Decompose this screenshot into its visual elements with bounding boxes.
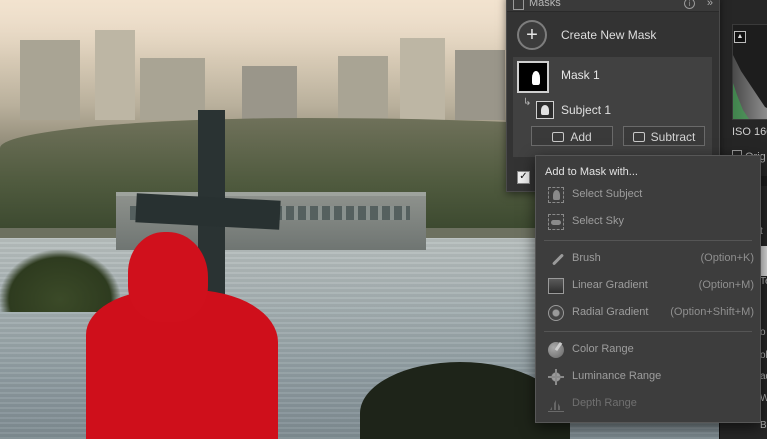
menu-item-select-sky[interactable]: Select Sky	[536, 211, 760, 233]
linear-gradient-icon	[548, 278, 564, 294]
panel-text-fragment: Bl	[760, 420, 767, 431]
panel-text-fragment: ol	[760, 350, 767, 361]
building	[95, 30, 135, 120]
mask-shape-icon	[532, 71, 540, 85]
panel-text-fragment: ad	[760, 371, 767, 382]
show-overlay-checkbox[interactable]: ✓	[517, 171, 530, 184]
radial-gradient-icon	[548, 305, 564, 321]
subtract-mask-icon	[632, 132, 645, 142]
subject-component-thumbnail[interactable]	[536, 101, 554, 119]
collapse-panel-icon[interactable]: »	[707, 0, 713, 11]
info-icon[interactable]: i	[684, 0, 695, 9]
building	[20, 40, 80, 120]
create-new-mask-row[interactable]: + Create New Mask	[517, 19, 656, 51]
menu-item-color-range[interactable]: Color Range	[536, 339, 760, 361]
person-icon	[541, 105, 549, 115]
menu-item-shortcut: (Option+M)	[698, 279, 754, 291]
panel-toggle-icon[interactable]	[513, 0, 524, 10]
select-sky-icon	[548, 214, 564, 230]
panel-text-fragment: W	[760, 393, 767, 404]
iso-readout: ISO 160	[732, 126, 767, 138]
create-new-mask-label[interactable]: Create New Mask	[561, 28, 656, 42]
island	[0, 250, 120, 312]
menu-item-label: Depth Range	[572, 397, 637, 409]
select-subject-icon	[548, 187, 564, 203]
sub-component-arrow-icon: ↳	[523, 97, 532, 108]
luminance-range-icon	[548, 369, 564, 385]
menu-item-luminance-range[interactable]: Luminance Range	[536, 366, 760, 388]
mask-name[interactable]: Mask 1	[561, 68, 600, 82]
mask-item[interactable]: Mask 1 ↳ Subject 1 Add Subtract	[513, 57, 712, 157]
menu-item-label: Brush	[572, 252, 601, 264]
building	[338, 56, 388, 122]
add-button-label: Add	[570, 130, 592, 144]
menu-item-label: Radial Gradient	[572, 306, 649, 318]
menu-item-shortcut: (Option+K)	[700, 252, 755, 264]
panel-text-fragment: Te	[760, 276, 767, 287]
depth-range-icon	[548, 396, 564, 412]
menu-item-label: Select Subject	[572, 188, 643, 200]
menu-divider	[544, 331, 752, 332]
brush-icon	[548, 251, 564, 267]
building	[455, 50, 505, 120]
menu-divider	[544, 240, 752, 241]
menu-item-label: Linear Gradient	[572, 279, 648, 291]
add-button[interactable]: Add	[531, 126, 613, 146]
masks-panel-header: Masks i »	[507, 0, 719, 12]
menu-item-depth-range: Depth Range	[536, 393, 760, 415]
menu-item-label: Luminance Range	[572, 370, 662, 382]
menu-item-shortcut: (Option+Shift+M)	[670, 306, 754, 318]
masks-panel-title: Masks	[529, 0, 561, 9]
shadow-clipping-warning-icon[interactable]: ▲	[734, 31, 746, 43]
menu-item-label: Color Range	[572, 343, 634, 355]
building	[140, 58, 205, 120]
menu-item-select-subject[interactable]: Select Subject	[536, 184, 760, 206]
add-menu-title: Add to Mask with...	[545, 166, 638, 178]
add-mask-icon	[552, 132, 565, 142]
add-to-mask-menu: Add to Mask with... Select Subject Selec…	[535, 155, 761, 423]
mask-overlay-subject-head	[128, 232, 208, 322]
subject-component-name[interactable]: Subject 1	[561, 103, 611, 117]
subtract-button[interactable]: Subtract	[623, 126, 705, 146]
menu-item-radial-gradient[interactable]: Radial Gradient (Option+Shift+M)	[536, 302, 760, 324]
subtract-button-label: Subtract	[650, 130, 696, 144]
menu-item-label: Select Sky	[572, 215, 624, 227]
menu-item-linear-gradient[interactable]: Linear Gradient (Option+M)	[536, 275, 760, 297]
create-new-mask-button[interactable]: +	[517, 20, 547, 50]
menu-item-brush[interactable]: Brush (Option+K)	[536, 248, 760, 270]
mask-thumbnail[interactable]	[517, 61, 549, 93]
building	[400, 38, 445, 122]
building	[242, 66, 297, 124]
color-range-icon	[548, 342, 564, 358]
